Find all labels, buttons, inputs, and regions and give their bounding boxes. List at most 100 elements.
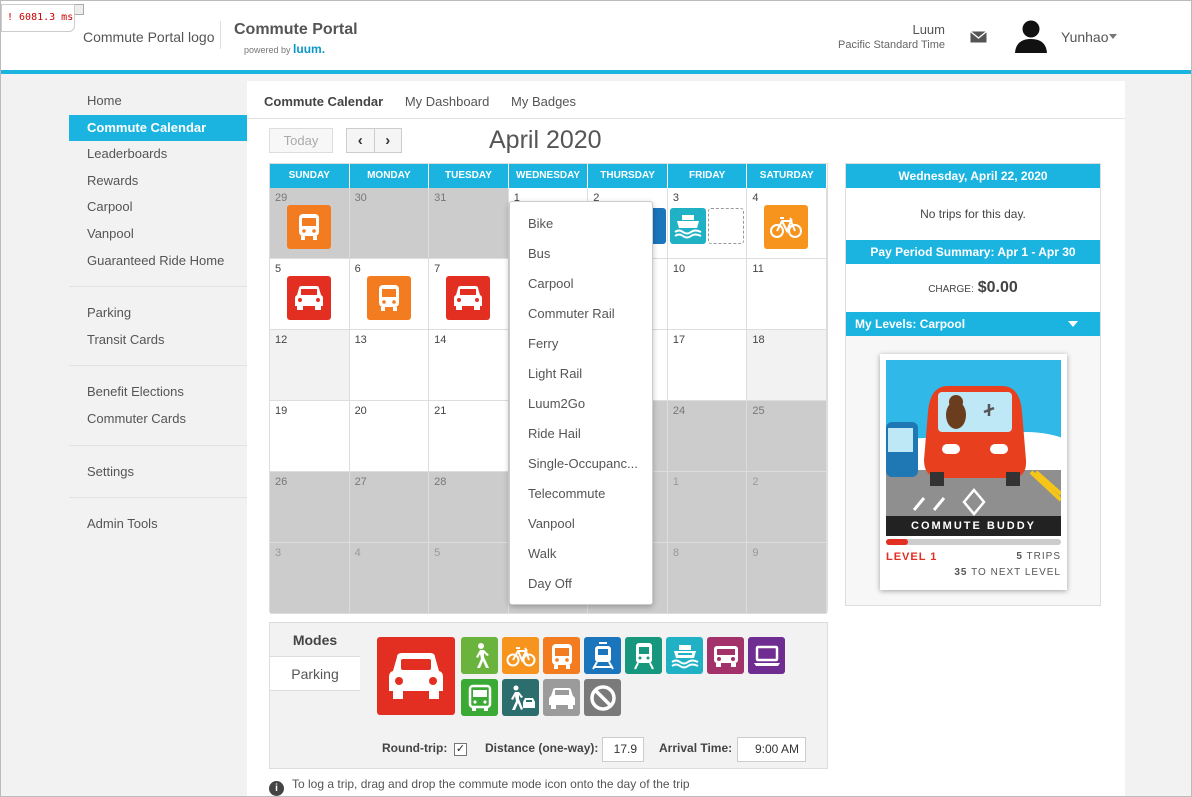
calendar-day-cell[interactable]: 1 bbox=[667, 472, 748, 543]
next-month-button[interactable]: › bbox=[375, 129, 402, 152]
mode-menu-item[interactable]: Bus bbox=[510, 240, 652, 270]
sidebar-item-leaderboards[interactable]: Leaderboards bbox=[69, 141, 247, 168]
light-rail-mode-icon[interactable] bbox=[584, 637, 621, 674]
tab-commute-calendar[interactable]: Commute Calendar bbox=[264, 94, 383, 109]
sidebar-item-admin-tools[interactable]: Admin Tools bbox=[69, 511, 247, 538]
walk-mode-icon[interactable] bbox=[461, 637, 498, 674]
calendar-day-cell[interactable]: 12 bbox=[270, 330, 350, 401]
calendar-day-cell[interactable]: 13 bbox=[349, 330, 430, 401]
round-trip-checkbox[interactable]: ✓ bbox=[454, 743, 467, 756]
mode-menu-item[interactable]: Ferry bbox=[510, 330, 652, 360]
mode-menu-item[interactable]: Vanpool bbox=[510, 510, 652, 540]
vanpool-mode-icon[interactable] bbox=[707, 637, 744, 674]
ferry-mode-icon[interactable] bbox=[666, 637, 703, 674]
commute-buddy-badge[interactable]: COMMUTE BUDDY LEVEL 1 5 TRIPS 35 TO NEXT… bbox=[880, 354, 1067, 590]
pay-period-header: Pay Period Summary: Apr 1 - Apr 30 bbox=[846, 240, 1100, 264]
sidebar-item-parking[interactable]: Parking bbox=[69, 300, 247, 327]
tab-my-badges[interactable]: My Badges bbox=[511, 94, 576, 109]
mode-menu-item[interactable]: Day Off bbox=[510, 570, 652, 600]
calendar-day-cell[interactable]: 25 bbox=[747, 401, 827, 472]
calendar-day-cell[interactable]: 9 bbox=[747, 543, 827, 614]
calendar-day-cell[interactable]: 31 bbox=[429, 188, 509, 259]
drop-placeholder[interactable] bbox=[707, 208, 744, 244]
calendar-day-number: 3 bbox=[275, 547, 282, 559]
user-caret-icon[interactable] bbox=[1109, 34, 1117, 39]
calendar-day-number: 18 bbox=[752, 334, 765, 346]
levels-dropdown[interactable]: My Levels: Carpool bbox=[846, 312, 1100, 336]
prev-month-button[interactable]: ‹ bbox=[347, 129, 375, 152]
mode-menu-item[interactable]: Bike bbox=[510, 210, 652, 240]
ferry-trip-icon[interactable] bbox=[669, 208, 706, 244]
calendar-day-cell[interactable]: 28 bbox=[429, 472, 509, 543]
mode-menu-item[interactable]: Light Rail bbox=[510, 360, 652, 390]
calendar-day-cell[interactable]: 26 bbox=[270, 472, 350, 543]
calendar-day-cell[interactable]: 8 bbox=[667, 543, 748, 614]
mode-menu-item[interactable]: Ride Hail bbox=[510, 420, 652, 450]
mode-menu-item[interactable]: Carpool bbox=[510, 270, 652, 300]
calendar-day-cell[interactable]: 5 bbox=[429, 543, 509, 614]
commuter-rail-mode-icon[interactable] bbox=[625, 637, 662, 674]
bus-trip-icon[interactable] bbox=[287, 205, 331, 249]
mode-menu-item[interactable]: Single-Occupanc... bbox=[510, 450, 652, 480]
bike-mode-icon[interactable] bbox=[502, 637, 539, 674]
mail-icon[interactable] bbox=[970, 30, 987, 48]
sidebar-item-settings[interactable]: Settings bbox=[69, 459, 247, 486]
day-off-mode-icon[interactable] bbox=[584, 679, 621, 716]
calendar-day-cell[interactable]: 4 bbox=[747, 188, 827, 259]
calendar-day-cell[interactable]: 29 bbox=[270, 188, 350, 259]
calendar-day-cell[interactable]: 3 bbox=[667, 188, 748, 259]
carpool-trip-icon[interactable] bbox=[446, 276, 491, 320]
mode-menu-item[interactable]: Commuter Rail bbox=[510, 300, 652, 330]
mode-menu-item[interactable]: Telecommute bbox=[510, 480, 652, 510]
arrival-time-input[interactable]: 9:00 AM bbox=[737, 737, 806, 762]
sidebar-item-benefit-elections[interactable]: Benefit Elections bbox=[69, 379, 247, 406]
distance-input[interactable]: 17.9 bbox=[602, 737, 644, 762]
single-occupancy-mode-icon[interactable] bbox=[543, 679, 580, 716]
sidebar-item-carpool[interactable]: Carpool bbox=[69, 194, 247, 221]
calendar-day-cell[interactable]: 10 bbox=[667, 259, 748, 330]
mode-menu-item[interactable]: Luum2Go bbox=[510, 390, 652, 420]
ride-hail-mode-icon[interactable] bbox=[502, 679, 539, 716]
user-name[interactable]: Yunhao bbox=[1061, 29, 1109, 45]
sidebar-item-vanpool[interactable]: Vanpool bbox=[69, 221, 247, 248]
logo[interactable]: Commute Portal logo bbox=[83, 29, 215, 45]
calendar-day-cell[interactable]: 6 bbox=[349, 259, 430, 330]
bus-mode-icon[interactable] bbox=[543, 637, 580, 674]
sidebar-item-commute-calendar[interactable]: Commute Calendar bbox=[69, 114, 255, 142]
bus-trip-icon[interactable] bbox=[366, 276, 411, 320]
carpool-mode-icon[interactable] bbox=[377, 637, 455, 715]
sidebar-item-transit-cards[interactable]: Transit Cards bbox=[69, 327, 247, 354]
calendar-day-cell[interactable]: 2 bbox=[747, 472, 827, 543]
tab-parking[interactable]: Parking bbox=[270, 657, 360, 691]
sidebar-item-commuter-cards[interactable]: Commuter Cards bbox=[69, 406, 247, 433]
calendar-day-cell[interactable]: 30 bbox=[349, 188, 430, 259]
levels-caret-icon[interactable] bbox=[1068, 321, 1078, 327]
carpool-trip-icon[interactable] bbox=[287, 276, 331, 320]
sidebar-item-rewards[interactable]: Rewards bbox=[69, 168, 247, 195]
calendar-day-cell[interactable]: 11 bbox=[747, 259, 827, 330]
calendar-day-cell[interactable]: 4 bbox=[349, 543, 430, 614]
org-name: Luum bbox=[912, 22, 945, 37]
sidebar-item-guaranteed-ride-home[interactable]: Guaranteed Ride Home bbox=[69, 248, 247, 275]
telecommute-mode-icon[interactable] bbox=[748, 637, 785, 674]
calendar-day-cell[interactable]: 24 bbox=[667, 401, 748, 472]
luum2go-mode-icon[interactable] bbox=[461, 679, 498, 716]
calendar-day-cell[interactable]: 20 bbox=[349, 401, 430, 472]
calendar-day-cell[interactable]: 14 bbox=[429, 330, 509, 401]
tab-my-dashboard[interactable]: My Dashboard bbox=[405, 94, 490, 109]
today-button[interactable]: Today bbox=[269, 128, 333, 153]
tab-modes[interactable]: Modes bbox=[270, 623, 360, 657]
calendar-day-cell[interactable]: 5 bbox=[270, 259, 350, 330]
calendar-day-number: 24 bbox=[672, 405, 686, 417]
calendar-day-cell[interactable]: 19 bbox=[270, 401, 350, 472]
calendar-day-cell[interactable]: 3 bbox=[270, 543, 350, 614]
avatar-icon[interactable] bbox=[1013, 19, 1049, 58]
calendar-day-cell[interactable]: 17 bbox=[667, 330, 748, 401]
sidebar-item-home[interactable]: Home bbox=[69, 88, 247, 115]
calendar-day-cell[interactable]: 7 bbox=[429, 259, 509, 330]
bike-trip-icon[interactable] bbox=[764, 205, 809, 249]
calendar-day-cell[interactable]: 21 bbox=[429, 401, 509, 472]
calendar-day-cell[interactable]: 18 bbox=[747, 330, 827, 401]
calendar-day-cell[interactable]: 27 bbox=[349, 472, 430, 543]
mode-menu-item[interactable]: Walk bbox=[510, 540, 652, 570]
